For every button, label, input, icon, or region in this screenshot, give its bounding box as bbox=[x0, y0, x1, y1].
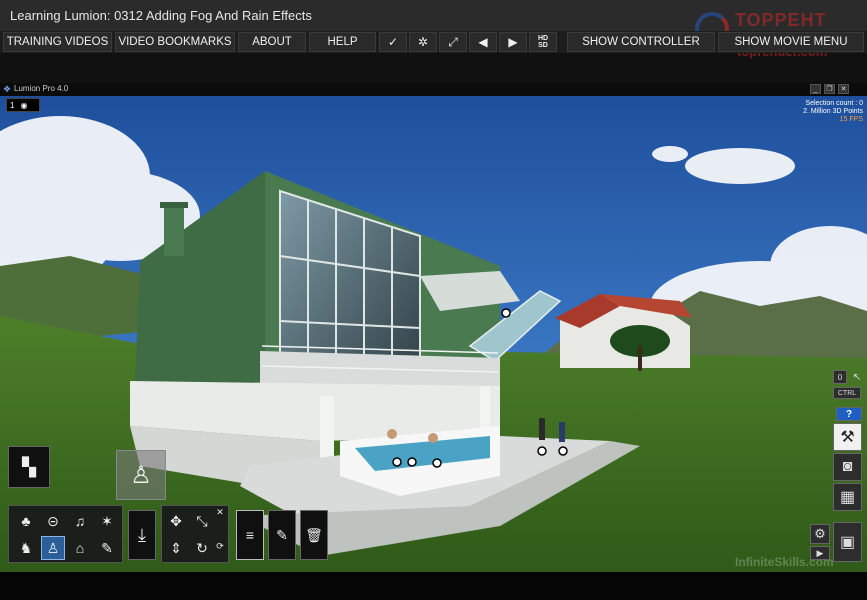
building-icon[interactable]: ⌂ bbox=[68, 536, 92, 560]
help-question-icon[interactable]: ? bbox=[836, 407, 862, 421]
settings-icon[interactable]: ⚙ bbox=[810, 524, 830, 544]
list-icon[interactable]: ≡ bbox=[236, 510, 264, 560]
bottom-strip bbox=[0, 572, 867, 600]
object-category-panel: ♣ ⊝ ♫ ✶ ♞ ♙ ⌂ ✎ bbox=[8, 505, 123, 563]
scene-render bbox=[0, 96, 867, 572]
window-title: Learning Lumion: 0312 Adding Fog And Rai… bbox=[10, 8, 312, 23]
about-button[interactable]: ABOUT bbox=[238, 32, 306, 52]
sd-label: SD bbox=[538, 42, 548, 49]
ctrl-key[interactable]: CTRL bbox=[833, 387, 861, 399]
point-count: 2. Million 3D Points bbox=[803, 108, 863, 115]
eye-icon: ◉ bbox=[20, 100, 28, 110]
next-icon[interactable]: ▶ bbox=[499, 32, 527, 52]
rotate-icon[interactable]: ↻ bbox=[190, 536, 214, 560]
furniture-icon[interactable]: ♞ bbox=[14, 536, 38, 560]
shapes-library-icon[interactable]: ▚ bbox=[8, 446, 50, 488]
hd-label: HD bbox=[537, 35, 549, 42]
app-name: Lumion Pro 4.0 bbox=[14, 84, 69, 93]
trash-icon[interactable]: 🗑 bbox=[300, 510, 328, 560]
scene-viewport[interactable]: 1 ◉ Selection count : 0 2. Million 3D Po… bbox=[0, 96, 867, 572]
delete-small-icon[interactable]: ✕ bbox=[214, 506, 226, 518]
show-controller-button[interactable]: SHOW CONTROLLER bbox=[567, 32, 715, 52]
edit-icon[interactable]: ✎ bbox=[268, 510, 296, 560]
play-icon[interactable]: ▶ bbox=[810, 546, 830, 560]
player-menubar: TRAINING VIDEOS VIDEO BOOKMARKS ABOUT HE… bbox=[0, 31, 867, 53]
settings-gear-icon[interactable]: ✲ bbox=[409, 32, 437, 52]
fullscreen-icon[interactable]: ⤢ bbox=[439, 32, 467, 52]
watermark-text: ТОРРЕНТ bbox=[735, 10, 827, 30]
movie-mode-icon[interactable]: ▦ bbox=[833, 483, 862, 511]
transform-panel: ✥ ⤡ ✕ ⇕ ↻ ⟳ bbox=[161, 505, 229, 563]
camera-number: 1 bbox=[10, 100, 15, 110]
restore-icon[interactable]: ❐ bbox=[824, 84, 835, 94]
lumion-window-bar: ❖ Lumion Pro 4.0 _ ❐ ✕ bbox=[0, 83, 867, 96]
scale-icon[interactable]: ⤡ bbox=[190, 509, 214, 533]
save-disk-icon[interactable]: ▣ bbox=[833, 522, 862, 562]
help-button[interactable]: HELP bbox=[309, 32, 376, 52]
vehicle-icon[interactable]: ⊝ bbox=[41, 509, 65, 533]
utilities-icon[interactable]: ✎ bbox=[95, 536, 119, 560]
minimize-icon[interactable]: _ bbox=[810, 84, 821, 94]
show-movie-menu-button[interactable]: SHOW MOVIE MENU bbox=[718, 32, 864, 52]
build-mode-icon[interactable]: ⚒ bbox=[833, 423, 862, 451]
sound-icon[interactable]: ♫ bbox=[68, 509, 92, 533]
fps-counter: 15 FPS bbox=[839, 116, 863, 123]
photo-mode-icon[interactable]: ◙ bbox=[833, 453, 862, 481]
video-bookmarks-button[interactable]: VIDEO BOOKMARKS bbox=[115, 32, 235, 52]
rotate-toggle-icon[interactable]: ⟳ bbox=[214, 534, 226, 558]
selection-count: Selection count : 0 bbox=[805, 100, 863, 107]
check-icon[interactable]: ✓ bbox=[379, 32, 407, 52]
camera-indicator[interactable]: 1 ◉ bbox=[6, 98, 40, 112]
zero-key-icon[interactable]: 0 bbox=[833, 370, 847, 384]
people-icon[interactable]: ♙ bbox=[41, 536, 65, 560]
effects-icon[interactable]: ✶ bbox=[95, 509, 119, 533]
cursor-icon: ↖ bbox=[852, 371, 862, 383]
close-icon[interactable]: ✕ bbox=[838, 84, 849, 94]
person-preview-icon[interactable]: ♙ bbox=[116, 450, 166, 500]
place-object-icon[interactable]: ⤓ bbox=[128, 510, 156, 560]
previous-icon[interactable]: ◀ bbox=[469, 32, 497, 52]
lumion-logo-icon: ❖ bbox=[3, 84, 12, 94]
height-icon[interactable]: ⇕ bbox=[164, 536, 188, 560]
hd-sd-toggle[interactable]: HD SD bbox=[529, 32, 557, 52]
training-videos-button[interactable]: TRAINING VIDEOS bbox=[3, 32, 112, 52]
scene-stats: Selection count : 0 2. Million 3D Points… bbox=[803, 100, 863, 124]
move-icon[interactable]: ✥ bbox=[164, 509, 188, 533]
tree-icon[interactable]: ♣ bbox=[14, 509, 38, 533]
